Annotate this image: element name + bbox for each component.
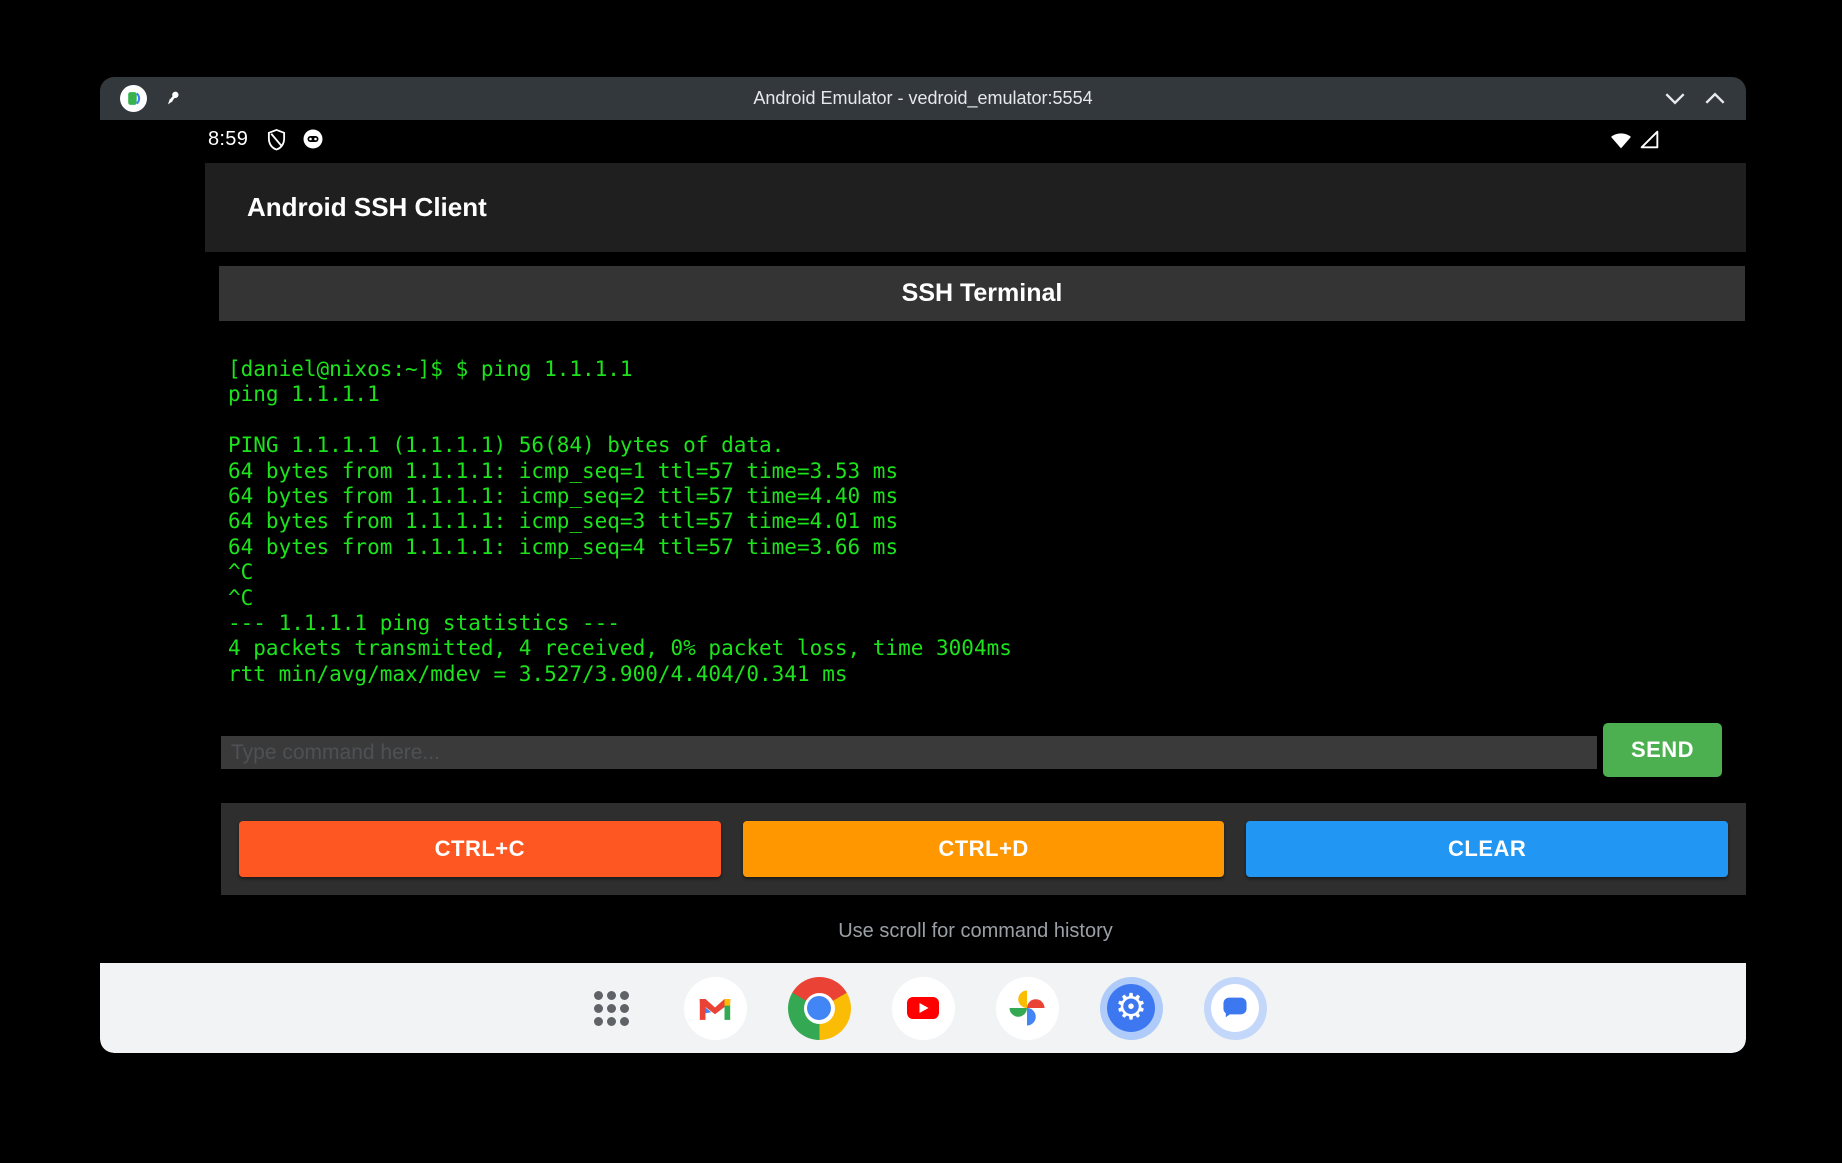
terminal-header: SSH Terminal: [219, 266, 1745, 321]
chrome-icon[interactable]: [788, 977, 851, 1040]
emulator-app-icon: [120, 85, 147, 112]
cell-signal-icon: [1638, 129, 1661, 150]
settings-inner-circle: ⚙: [1107, 984, 1155, 1032]
wifi-icon: [1608, 129, 1634, 150]
scroll-hint: Use scroll for command history: [205, 920, 1746, 943]
control-button-strip: CTRL+C CTRL+D CLEAR: [221, 803, 1746, 895]
pin-icon[interactable]: [163, 89, 182, 108]
window-title: Android Emulator - vedroid_emulator:5554: [753, 88, 1092, 109]
send-button[interactable]: SEND: [1603, 723, 1722, 777]
ctrl-c-button[interactable]: CTRL+C: [239, 821, 721, 877]
privacy-indicator-icon: [302, 128, 324, 150]
messages-icon[interactable]: [1204, 977, 1267, 1040]
app-header: Android SSH Client: [205, 163, 1746, 252]
terminal-title: SSH Terminal: [902, 279, 1063, 308]
window-titlebar[interactable]: Android Emulator - vedroid_emulator:5554: [100, 77, 1746, 120]
youtube-play-glyph: [906, 996, 940, 1020]
settings-icon[interactable]: ⚙: [1100, 977, 1163, 1040]
chat-bubble-glyph: [1220, 993, 1250, 1023]
status-bar: 8:59: [100, 120, 1746, 158]
gear-icon: ⚙: [1115, 990, 1147, 1026]
google-photos-icon[interactable]: [996, 977, 1059, 1040]
status-left-icons: [266, 128, 324, 151]
desktop: Android Emulator - vedroid_emulator:5554: [0, 0, 1842, 1163]
emulator-window: Android Emulator - vedroid_emulator:5554: [100, 77, 1746, 1053]
messages-inner-circle: [1211, 984, 1259, 1032]
android-screen: 8:59: [100, 120, 1746, 1053]
gmail-m-glyph: [696, 994, 734, 1023]
command-input[interactable]: [221, 736, 1597, 769]
app-title: Android SSH Client: [247, 192, 487, 223]
app-drawer-icon[interactable]: [580, 977, 643, 1040]
gmail-icon[interactable]: [684, 977, 747, 1040]
chevron-up-icon[interactable]: [1704, 92, 1726, 105]
ctrl-d-button[interactable]: CTRL+D: [743, 821, 1225, 877]
clock: 8:59: [208, 128, 248, 151]
dock: ⚙: [100, 963, 1746, 1053]
clear-button[interactable]: CLEAR: [1246, 821, 1728, 877]
status-right-icons: [1608, 129, 1661, 150]
terminal-output[interactable]: [daniel@nixos:~]$ $ ping 1.1.1.1ping 1.1…: [228, 357, 1626, 702]
shield-icon: [266, 128, 287, 151]
chevron-down-icon[interactable]: [1664, 92, 1686, 105]
emulator-logo-icon: [125, 90, 142, 107]
grid-dots: [594, 991, 629, 1026]
youtube-icon[interactable]: [892, 977, 955, 1040]
photos-pinwheel-glyph: [1006, 987, 1048, 1029]
window-controls: [1664, 92, 1726, 105]
